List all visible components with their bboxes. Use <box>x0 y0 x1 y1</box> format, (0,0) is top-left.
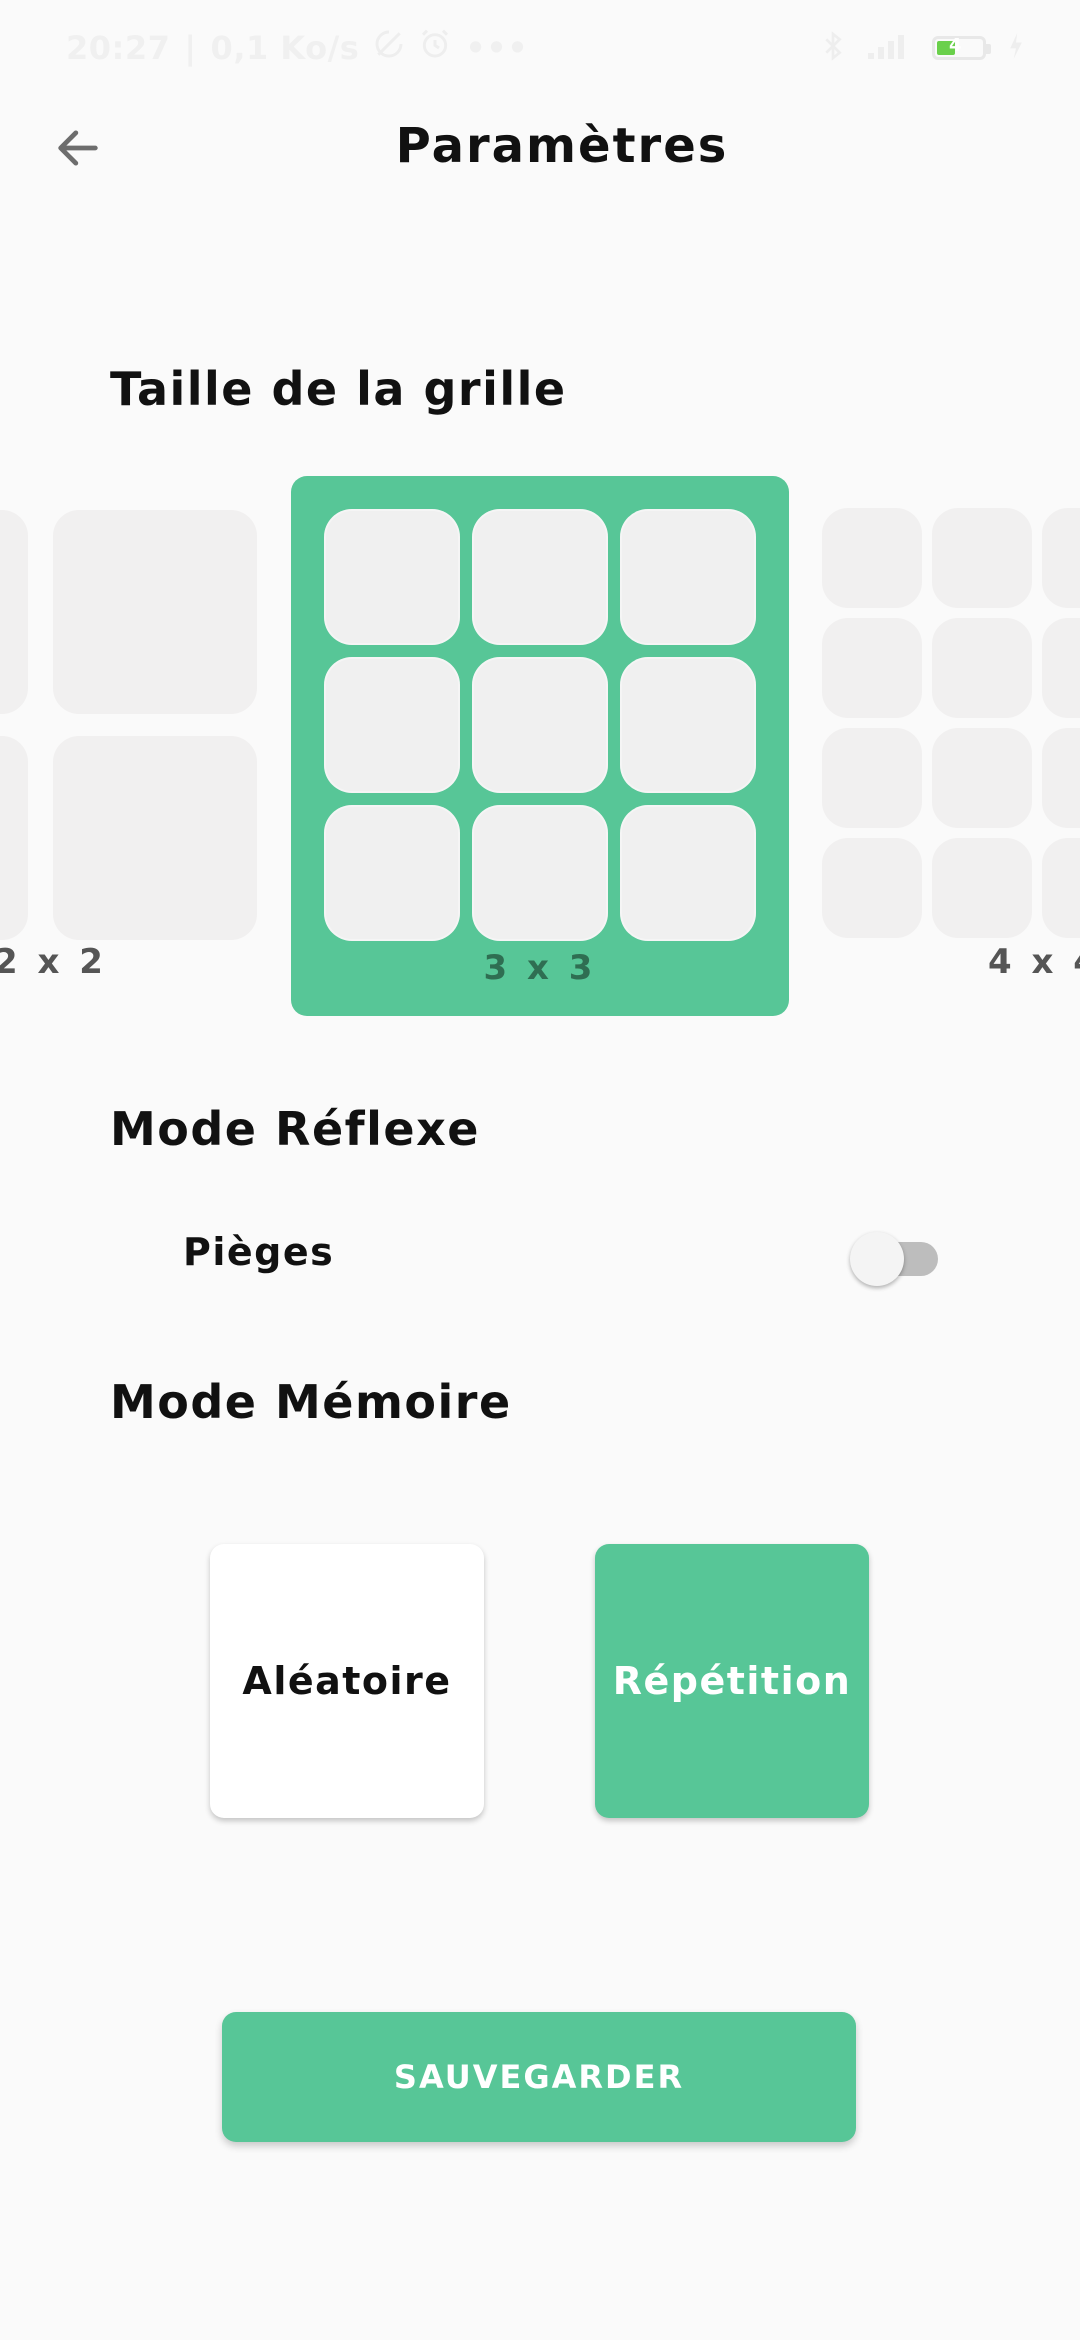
grid-cell <box>0 510 28 714</box>
grid-size-title: Taille de la grille <box>110 362 567 416</box>
grid-cell <box>822 618 922 718</box>
grid-cell <box>53 510 257 714</box>
save-button[interactable]: SAUVEGARDER <box>222 2012 856 2142</box>
grid-cell <box>472 657 608 793</box>
memory-mode-title: Mode Mémoire <box>110 1375 512 1429</box>
grid-option-label: 2 x 2 <box>0 942 107 982</box>
grid-cell <box>620 509 756 645</box>
grid-cell <box>620 805 756 941</box>
traps-toggle[interactable] <box>850 1232 942 1286</box>
traps-label: Pièges <box>183 1230 335 1274</box>
grid-cell <box>1042 838 1080 938</box>
grid-option-label: 3 x 3 <box>483 948 597 988</box>
mode-random-button[interactable]: Aléatoire <box>210 1544 484 1818</box>
grid-cell <box>1042 618 1080 718</box>
grid-cell <box>324 657 460 793</box>
toggle-thumb <box>850 1232 904 1286</box>
grid-size-carousel[interactable]: 2 x 2 3 x 3 4 x 4 <box>0 470 1080 1030</box>
grid-cell <box>324 509 460 645</box>
page-title: Paramètres <box>395 118 729 174</box>
grid-cell <box>472 509 608 645</box>
do-not-disturb-icon <box>373 28 405 68</box>
signal-icon <box>866 31 910 65</box>
grid-option-3x3[interactable]: 3 x 3 <box>291 476 789 1016</box>
status-time: 20:27 <box>66 29 171 67</box>
status-left: 20:27 | 0,1 Ko/s ••• <box>66 28 528 68</box>
more-notifications-icon: ••• <box>465 29 529 67</box>
grid-cell <box>822 728 922 828</box>
grid-cell <box>53 736 257 940</box>
grid-cell <box>822 838 922 938</box>
grid-cell <box>1042 508 1080 608</box>
battery-level: 4 <box>949 35 962 56</box>
reflex-mode-title: Mode Réflexe <box>110 1102 480 1156</box>
charging-icon <box>1008 32 1024 64</box>
battery-icon: 4 <box>932 35 991 60</box>
grid-cell <box>620 657 756 793</box>
grid-cell <box>822 508 922 608</box>
grid-cell <box>932 838 1032 938</box>
alarm-icon <box>419 28 451 68</box>
status-right: 4 <box>822 30 1024 66</box>
grid-cell <box>932 508 1032 608</box>
mode-repetition-button[interactable]: Répétition <box>595 1544 869 1818</box>
grid-cell <box>472 805 608 941</box>
grid-cell <box>1042 728 1080 828</box>
grid-option-2x2[interactable]: 2 x 2 <box>0 470 270 990</box>
status-bar: 20:27 | 0,1 Ko/s ••• 4 <box>0 0 1080 96</box>
grid-cell <box>324 805 460 941</box>
status-network-speed: 0,1 Ko/s <box>210 29 360 67</box>
grid-cell <box>932 618 1032 718</box>
grid-option-label: 4 x 4 <box>988 942 1080 982</box>
status-separator: | <box>184 29 197 67</box>
bluetooth-icon <box>822 30 844 66</box>
grid-cell <box>932 728 1032 828</box>
grid-cell <box>0 736 28 940</box>
grid-option-4x4[interactable]: 4 x 4 <box>810 470 1080 990</box>
